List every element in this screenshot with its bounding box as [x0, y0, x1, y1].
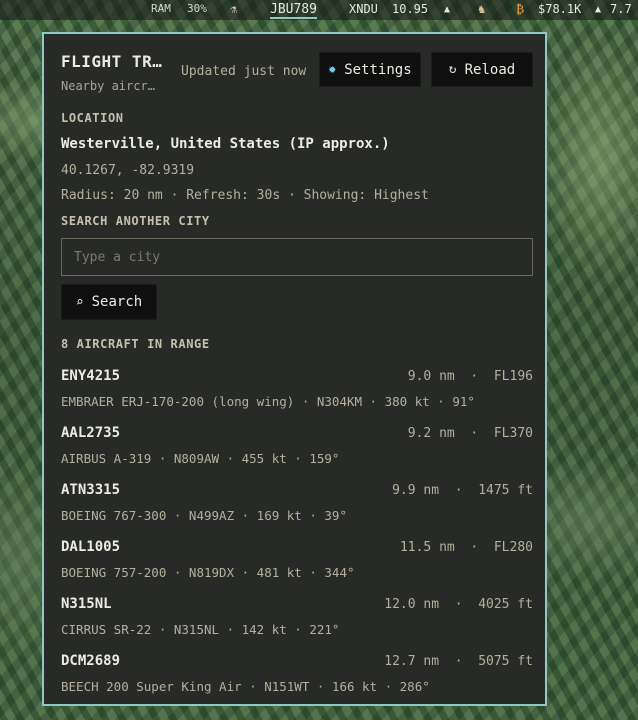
flask-icon[interactable]: ⚗ [230, 2, 237, 16]
gear-icon: ✹ [328, 62, 337, 77]
aircraft-details: EMBRAER ERJ-170-200 (long wing) · N304KM… [61, 394, 475, 409]
aircraft-list-item[interactable]: ENY4215 9.0 nm · FL196 EMBRAER ERJ-170-200… [61, 366, 533, 423]
location-city: Westerville, United States (IP approx.) [61, 136, 390, 152]
ticker-name[interactable]: XNDU [349, 2, 378, 16]
bitcoin-icon[interactable]: ₿ [516, 2, 524, 17]
aircraft-details: BOEING 767-300 · N499AZ · 169 kt · 39° [61, 508, 347, 523]
aircraft-callsign: DAL1005 [61, 539, 121, 555]
aircraft-details: AIRBUS A-319 · N809AW · 455 kt · 159° [61, 451, 340, 466]
aircraft-callsign: ENY4215 [61, 368, 121, 384]
aircraft-callsign: AAL2735 [61, 425, 121, 441]
aircraft-details: CIRRUS SR-22 · N315NL · 142 kt · 221° [61, 622, 340, 637]
settings-button[interactable]: ✹ Settings [319, 52, 421, 87]
aircraft-list-item[interactable]: DAL1005 11.5 nm · FL280 BOEING 757-200 · N… [61, 537, 533, 594]
flight-tracker-panel: FLIGHT TR… Nearby aircr… Updated just no… [42, 32, 547, 706]
location-meta: Radius: 20 nm · Refresh: 30s · Showing: … [61, 188, 429, 203]
ram-value: 30% [187, 2, 207, 15]
btc-up-icon: ▲ [595, 4, 602, 15]
ram-label: RAM [151, 2, 171, 15]
aircraft-list-item[interactable]: N315NL 12.0 nm · 4025 ft CIRRUS SR-22 · N3… [61, 594, 533, 651]
search-icon: ⌕ [75, 294, 84, 310]
panel-title: FLIGHT TR… [61, 52, 163, 71]
aircraft-details: BEECH 200 Super King Air · N151WT · 166 … [61, 679, 430, 694]
mascot-icon[interactable]: ♞ [478, 2, 485, 16]
reload-icon: ↻ [448, 62, 457, 77]
aircraft-distance-altitude: 12.7 nm · 5075 ft [384, 654, 533, 669]
aircraft-callsign: N315NL [61, 596, 112, 612]
update-status: Updated just now [181, 64, 307, 79]
btc-change: 7.7 [610, 2, 632, 16]
aircraft-list-item[interactable]: AAL2735 9.2 nm · FL370 AIRBUS A-319 · N809… [61, 423, 533, 480]
city-search-input[interactable] [61, 238, 533, 276]
btc-value: $78.1K [538, 2, 582, 16]
settings-button-label: Settings [344, 61, 412, 78]
search-button-label: Search [91, 294, 143, 310]
aircraft-callsign: DCM2689 [61, 653, 121, 669]
aircraft-distance-altitude: 9.9 nm · 1475 ft [392, 483, 533, 498]
ticker-up-icon: ▲ [444, 4, 451, 15]
aircraft-distance-altitude: 9.2 nm · FL370 [407, 426, 533, 441]
aircraft-distance-altitude: 12.0 nm · 4025 ft [384, 597, 533, 612]
ticker-value: 10.95 [392, 2, 429, 16]
aircraft-list-item[interactable]: ATN3315 9.9 nm · 1475 ft BOEING 767-300 · … [61, 480, 533, 537]
system-status-bar: RAM 30% ⚗ JBU789 XNDU 10.95 ▲ ♞ ₿ $78.1K… [0, 0, 638, 20]
reload-button[interactable]: ↻ Reload [431, 52, 533, 87]
aircraft-distance-altitude: 11.5 nm · FL280 [399, 540, 533, 555]
aircraft-count-heading: 8 AIRCRAFT IN RANGE [61, 337, 210, 351]
aircraft-list-item[interactable]: DCM2689 12.7 nm · 5075 ft BEECH 200 Super … [61, 651, 533, 704]
aircraft-distance-altitude: 9.0 nm · FL196 [407, 369, 533, 384]
aircraft-list: ENY4215 9.0 nm · FL196 EMBRAER ERJ-170-200… [61, 366, 533, 704]
location-coords: 40.1267, -82.9319 [61, 163, 195, 178]
aircraft-details: BOEING 757-200 · N819DX · 481 kt · 344° [61, 565, 355, 580]
aircraft-callsign: ATN3315 [61, 482, 121, 498]
location-label: LOCATION [61, 111, 124, 125]
panel-subtitle: Nearby aircr… [61, 79, 155, 93]
tab-active-flight[interactable]: JBU789 [270, 2, 317, 19]
reload-button-label: Reload [464, 61, 516, 78]
search-button[interactable]: ⌕ Search [61, 284, 157, 320]
search-label: SEARCH ANOTHER CITY [61, 214, 210, 228]
